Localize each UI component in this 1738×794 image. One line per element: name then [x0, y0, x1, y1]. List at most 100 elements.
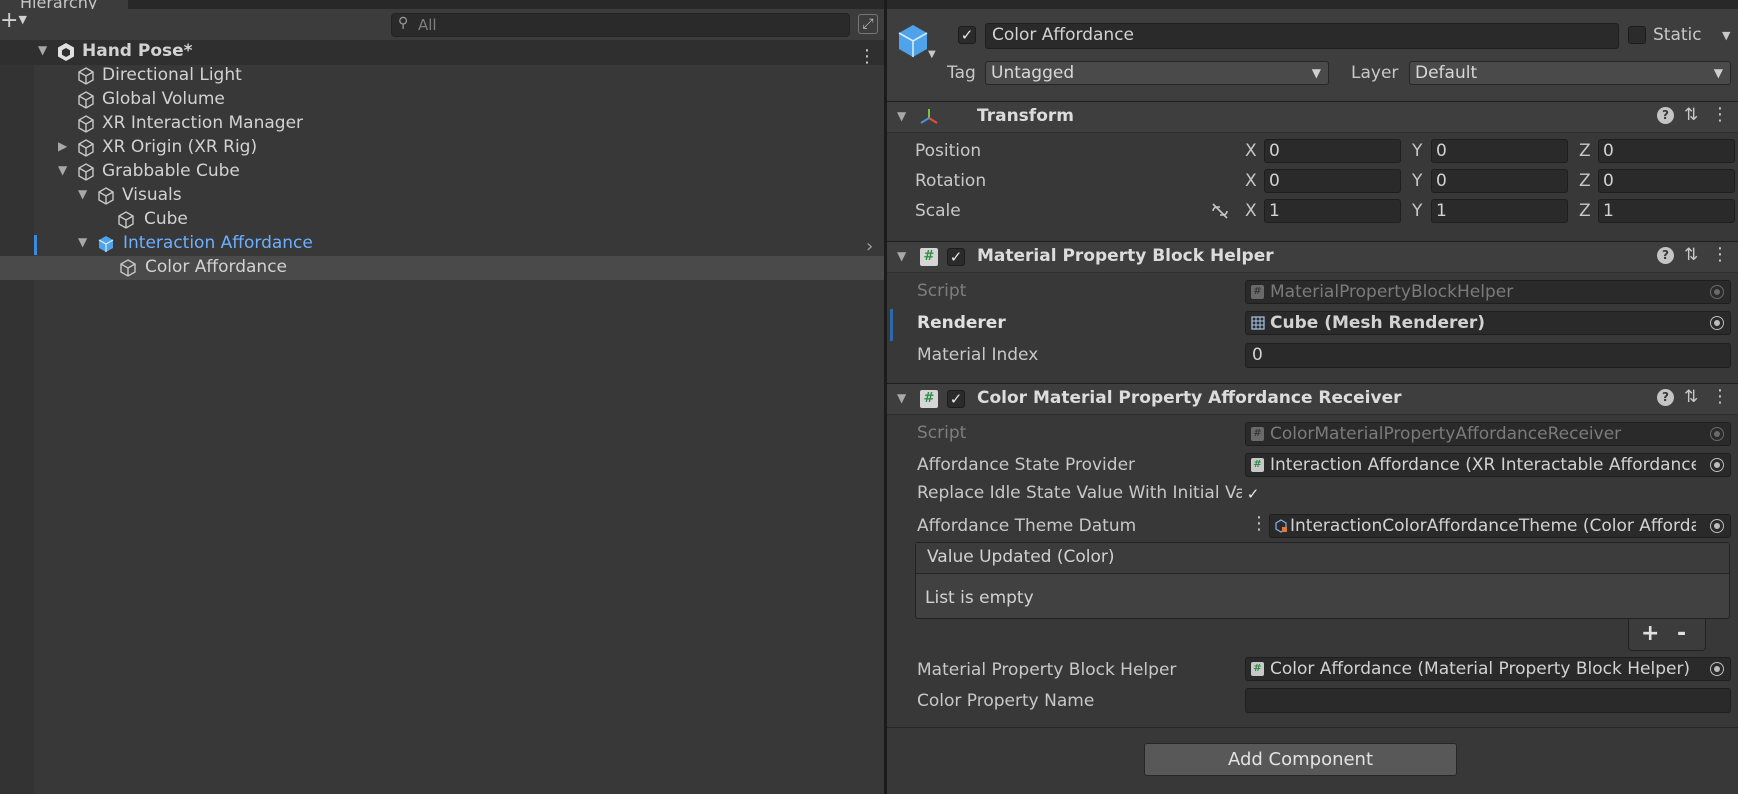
- replace-idle-label-clip: Replace Idle State Value With Initial Va…: [917, 481, 1242, 505]
- axis-y-label: Y: [1412, 141, 1423, 161]
- expand-icon[interactable]: ⤢: [858, 14, 878, 34]
- kebab-menu-icon[interactable]: ⋮: [1711, 386, 1729, 407]
- unlink-icon[interactable]: [1210, 202, 1230, 220]
- prefab-cube-icon: [98, 236, 114, 252]
- color-property-name-field[interactable]: [1245, 688, 1731, 713]
- help-icon[interactable]: ?: [1657, 389, 1674, 406]
- component-enabled-checkbox[interactable]: ✓: [947, 390, 965, 408]
- layer-dropdown[interactable]: Default ▼: [1409, 61, 1731, 85]
- hierarchy-item-selected[interactable]: Color Affordance: [0, 256, 884, 280]
- checkmark-icon: ✓: [1246, 485, 1260, 503]
- expand-triangle-icon[interactable]: ▼: [58, 163, 67, 177]
- expand-triangle-icon[interactable]: ▼: [38, 43, 47, 57]
- hierarchy-item[interactable]: Cube: [0, 208, 884, 232]
- object-picker-icon[interactable]: [1710, 519, 1724, 533]
- axis-z-label: Z: [1579, 141, 1591, 161]
- object-picker-icon[interactable]: [1710, 662, 1724, 676]
- expand-triangle-icon[interactable]: ▼: [78, 187, 87, 201]
- scene-row[interactable]: ▼ Hand Pose*: [0, 40, 884, 65]
- scale-z-field[interactable]: 1: [1598, 199, 1735, 223]
- foldout-triangle-icon[interactable]: ▼: [897, 109, 906, 123]
- scriptable-object-icon: [1275, 519, 1287, 533]
- foldout-triangle-icon[interactable]: ▼: [897, 391, 906, 405]
- active-checkbox[interactable]: ✓: [958, 26, 976, 44]
- preset-icon[interactable]: ⇅: [1684, 105, 1698, 125]
- event-header: Value Updated (Color): [916, 543, 1729, 574]
- hierarchy-item[interactable]: ▶ XR Origin (XR Rig): [0, 136, 884, 160]
- position-y-field[interactable]: 0: [1431, 139, 1568, 163]
- hierarchy-item[interactable]: ▼ Interaction Affordance: [0, 232, 884, 256]
- help-icon[interactable]: ?: [1657, 247, 1674, 264]
- add-listener-button[interactable]: +: [1641, 621, 1659, 646]
- script-value: MaterialPropertyBlockHelper: [1270, 282, 1514, 302]
- script-icon: #: [1251, 427, 1264, 441]
- static-checkbox[interactable]: [1628, 26, 1646, 44]
- hierarchy-panel: Hierarchy +▼ ⚲ ⤢ ▼ Hand Pose* ⋮ Directio…: [0, 0, 884, 794]
- object-picker-icon[interactable]: [1710, 458, 1724, 472]
- expand-triangle-icon[interactable]: ▼: [78, 235, 87, 249]
- tag-label: Tag: [947, 63, 976, 83]
- hierarchy-item[interactable]: Directional Light: [0, 64, 884, 88]
- inspector-tab-bar: [887, 0, 1738, 9]
- create-menu-button[interactable]: +▼: [0, 10, 28, 34]
- rotation-x-field[interactable]: 0: [1264, 169, 1401, 193]
- help-icon[interactable]: ?: [1657, 107, 1674, 124]
- position-z-field[interactable]: 0: [1598, 139, 1735, 163]
- divider-line: [887, 727, 1738, 728]
- color-property-name-label: Color Property Name: [917, 691, 1095, 711]
- icon-dropdown-arrow[interactable]: ▼: [928, 49, 936, 60]
- kebab-menu-icon[interactable]: ⋮: [1250, 513, 1268, 534]
- chevron-right-icon[interactable]: ›: [866, 236, 873, 257]
- position-label: Position: [915, 141, 982, 161]
- event-empty-text: List is empty: [925, 588, 1034, 608]
- cmpar-header[interactable]: ▼ # ✓ Color Material Property Affordance…: [887, 383, 1738, 415]
- affordance-theme-datum-field[interactable]: InteractionColorAffordanceTheme (Color A…: [1269, 514, 1731, 538]
- gameobject-cube-icon: [118, 211, 134, 229]
- static-label: Static: [1653, 25, 1702, 45]
- collapsed-triangle-icon[interactable]: ▶: [58, 139, 67, 153]
- position-x-field[interactable]: 0: [1264, 139, 1401, 163]
- renderer-field[interactable]: Cube (Mesh Renderer): [1245, 311, 1731, 335]
- foldout-triangle-icon[interactable]: ▼: [897, 249, 906, 263]
- scale-y-field[interactable]: 1: [1431, 199, 1568, 223]
- kebab-menu-icon[interactable]: ⋮: [1711, 104, 1729, 125]
- mesh-renderer-icon: [1251, 316, 1265, 330]
- mpbh-ref-field[interactable]: # Color Affordance (Material Property Bl…: [1245, 657, 1731, 681]
- inspector-panel: ▼ ✓ Color Affordance Static ▼ Tag Untagg…: [887, 0, 1738, 794]
- material-index-field[interactable]: 0: [1245, 343, 1731, 368]
- component-enabled-checkbox[interactable]: ✓: [947, 248, 965, 266]
- hierarchy-item[interactable]: ▼ Visuals: [0, 184, 884, 208]
- hierarchy-item[interactable]: XR Interaction Manager: [0, 112, 884, 136]
- preset-icon[interactable]: ⇅: [1684, 245, 1698, 265]
- chevron-down-icon: ▼: [1311, 66, 1321, 80]
- affordance-state-provider-field[interactable]: # Interaction Affordance (XR Interactabl…: [1245, 453, 1731, 477]
- object-picker-icon: [1710, 285, 1724, 299]
- transform-header[interactable]: ▼ Transform ? ⇅ ⋮: [887, 101, 1738, 133]
- kebab-menu-icon[interactable]: ⋮: [1711, 244, 1729, 265]
- hierarchy-item[interactable]: ▼ Grabbable Cube: [0, 160, 884, 184]
- replace-idle-state-checkbox[interactable]: ✓: [1244, 485, 1262, 503]
- object-picker-icon[interactable]: [1710, 316, 1724, 330]
- renderer-label: Renderer: [917, 313, 1006, 333]
- override-marker: [890, 309, 893, 341]
- transform-title: Transform: [977, 106, 1074, 126]
- script-icon: #: [920, 390, 938, 408]
- tag-dropdown[interactable]: Untagged ▼: [985, 61, 1329, 85]
- object-name-field[interactable]: Color Affordance: [985, 23, 1619, 49]
- axis-y-label: Y: [1412, 201, 1423, 221]
- scale-x-field[interactable]: 1: [1264, 199, 1401, 223]
- search-input[interactable]: [418, 15, 798, 35]
- static-dropdown-arrow[interactable]: ▼: [1722, 29, 1730, 42]
- rotation-y-field[interactable]: 0: [1431, 169, 1568, 193]
- gameobject-cube-icon: [98, 187, 114, 205]
- rotation-z-field[interactable]: 0: [1598, 169, 1735, 193]
- hierarchy-search[interactable]: ⚲: [391, 13, 850, 37]
- remove-listener-button[interactable]: -: [1677, 621, 1686, 646]
- object-header: ▼ ✓ Color Affordance Static ▼ Tag Untagg…: [887, 9, 1738, 102]
- mpbh-header[interactable]: ▼ # ✓ Material Property Block Helper ? ⇅…: [887, 241, 1738, 273]
- layer-value: Default: [1415, 63, 1478, 83]
- hierarchy-item[interactable]: Global Volume: [0, 88, 884, 112]
- add-component-button[interactable]: Add Component: [1144, 743, 1457, 776]
- axis-x-label: X: [1245, 171, 1257, 191]
- preset-icon[interactable]: ⇅: [1684, 387, 1698, 407]
